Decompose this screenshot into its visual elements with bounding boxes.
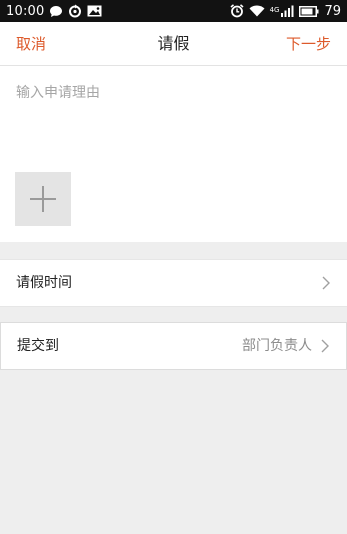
chevron-right-icon <box>322 276 330 290</box>
battery-level: 79 <box>324 3 341 19</box>
submit-to-row[interactable]: 提交到 部门负责人 <box>0 322 347 370</box>
status-bar-left: 10:00 <box>6 4 102 19</box>
reason-input[interactable] <box>10 76 335 166</box>
signal-icon <box>281 5 294 17</box>
add-photo-button[interactable] <box>15 172 71 226</box>
submit-to-value: 部门负责人 <box>242 338 312 354</box>
status-bar-right: 4G 79 <box>230 4 341 19</box>
submit-to-label: 提交到 <box>17 338 59 354</box>
signal-type-label: 4G <box>269 5 280 14</box>
wifi-icon <box>249 5 265 17</box>
alarm-icon <box>230 4 244 18</box>
chevron-right-icon <box>321 339 329 353</box>
battery-icon <box>299 5 319 17</box>
reason-section <box>0 66 347 242</box>
image-icon <box>87 5 102 17</box>
chat-bubble-icon <box>49 5 63 18</box>
leave-time-label: 请假时间 <box>16 275 72 291</box>
sync-icon <box>68 4 82 18</box>
next-step-button[interactable]: 下一步 <box>286 22 331 66</box>
cancel-button[interactable]: 取消 <box>16 22 46 66</box>
leave-time-row[interactable]: 请假时间 <box>0 259 347 307</box>
plus-icon <box>30 186 56 212</box>
status-bar: 10:00 4G 79 <box>0 0 347 22</box>
nav-bar: 取消 请假 下一步 <box>0 22 347 66</box>
status-time: 10:00 <box>6 3 45 19</box>
